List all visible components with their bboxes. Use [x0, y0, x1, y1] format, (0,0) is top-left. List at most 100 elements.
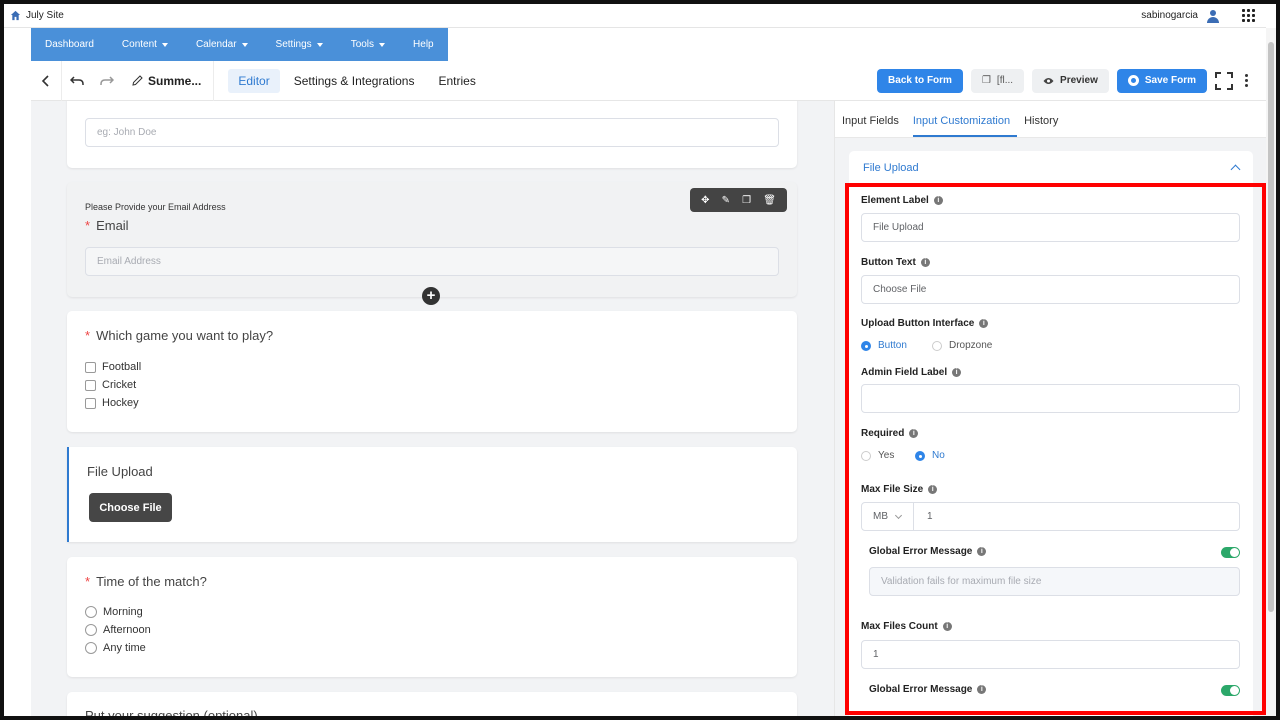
radio-any-time[interactable]: Any time [85, 642, 146, 654]
info-icon[interactable]: i [979, 319, 989, 328]
radio-afternoon[interactable]: Afternoon [85, 624, 151, 636]
checkbox-football[interactable]: Football [85, 361, 141, 373]
global-error-label-2: Global Error Message i [869, 684, 987, 695]
game-field-card[interactable]: * Which game you want to play? Football C… [67, 311, 797, 432]
nav-help[interactable]: Help [399, 28, 448, 61]
nav-calendar-label: Calendar [195, 39, 237, 50]
nav-tools[interactable]: Tools [337, 28, 399, 61]
scrollbar-thumb[interactable] [1268, 42, 1274, 612]
info-icon[interactable]: i [920, 258, 930, 267]
tab-history[interactable]: History [1024, 115, 1065, 137]
info-icon[interactable]: i [933, 196, 943, 205]
more-options-icon[interactable] [1241, 74, 1252, 87]
edit-icon[interactable]: ✎ [722, 195, 730, 206]
section-title: File Upload [863, 161, 919, 174]
file-size-unit-select[interactable]: MB [862, 503, 914, 530]
info-icon[interactable]: i [952, 368, 962, 377]
global-error-toggle-1[interactable] [1221, 547, 1240, 558]
global-error-label-1: Global Error Message i [869, 546, 987, 557]
site-name: July Site [26, 10, 64, 21]
chevron-down-icon [894, 511, 903, 519]
info-icon[interactable]: i [928, 485, 938, 494]
file-size-error-input: Validation fails for maximum file size [869, 567, 1240, 596]
radio-required-yes[interactable]: Yes [861, 450, 894, 461]
radio-selected-icon [915, 450, 925, 461]
preview-button[interactable]: Preview [1032, 68, 1109, 93]
shortcode-button[interactable]: ❐ [fl... [970, 68, 1025, 93]
form-title-text: Summe... [148, 73, 202, 88]
upload-interface-label: Upload Button Interface i [861, 318, 989, 329]
radio-morning[interactable]: Morning [85, 606, 143, 618]
file-upload-section-header[interactable]: File Upload [849, 151, 1253, 184]
site-home-link[interactable]: July Site [4, 10, 64, 21]
checkbox-hockey[interactable]: Hockey [85, 397, 139, 409]
fullscreen-icon[interactable] [1215, 71, 1233, 90]
name-input[interactable]: eg: John Doe [85, 118, 779, 147]
apps-grid-icon[interactable] [1242, 8, 1256, 23]
nav-dashboard-label: Dashboard [45, 39, 94, 50]
email-label: * Email [85, 218, 129, 233]
info-icon[interactable]: i [909, 429, 919, 438]
email-input[interactable]: Email Address [85, 247, 779, 276]
max-files-count-label: Max Files Count i [861, 621, 952, 632]
redo-icon[interactable] [92, 61, 122, 101]
nav-settings-label: Settings [275, 39, 312, 50]
back-to-form-button[interactable]: Back to Form [877, 68, 963, 93]
time-field-card[interactable]: * Time of the match? Morning Afternoon An… [67, 557, 797, 677]
tab-entries[interactable]: Entries [428, 69, 485, 93]
nav-calendar[interactable]: Calendar [182, 28, 262, 61]
username[interactable]: sabinogarcia [1141, 10, 1198, 21]
checkbox-cricket[interactable]: Cricket [85, 379, 136, 391]
info-icon[interactable]: i [977, 547, 987, 556]
suggestion-field-card[interactable]: Put your suggestion (optional) [67, 692, 797, 716]
preview-label: Preview [1060, 75, 1098, 86]
undo-icon[interactable] [62, 61, 92, 101]
max-file-size-input[interactable]: 1 [914, 503, 933, 530]
copy-icon: ❐ [981, 75, 991, 86]
max-files-count-input[interactable]: 1 [861, 640, 1240, 669]
email-help-text: Please Provide your Email Address [85, 202, 226, 212]
checkbox-icon [85, 361, 96, 373]
admin-field-label-input[interactable] [861, 384, 1240, 413]
upload-field-card[interactable]: File Upload Choose File [67, 447, 797, 542]
home-icon [10, 10, 21, 21]
back-chevron-icon[interactable] [31, 61, 61, 101]
tab-input-fields[interactable]: Input Fields [842, 115, 906, 137]
info-icon[interactable]: i [977, 685, 987, 694]
info-icon[interactable]: i [942, 622, 952, 631]
form-title[interactable]: Summe... [122, 60, 215, 101]
pencil-icon [132, 75, 143, 86]
upload-settings: Element Label i File Upload Button Text i … [849, 184, 1253, 716]
button-text-input[interactable]: Choose File [861, 275, 1240, 304]
trash-icon[interactable]: 🗑 [763, 195, 776, 206]
admin-field-label-label: Admin Field Label i [861, 367, 962, 378]
field-actions-bar: ✥ ✎ ❐ 🗑 [690, 188, 787, 212]
nav-dashboard[interactable]: Dashboard [31, 28, 108, 61]
add-field-plus-icon[interactable]: + [422, 287, 440, 305]
email-field-card[interactable]: Please Provide your Email Address * Email… [67, 182, 797, 305]
button-text-label: Button Text i [861, 257, 930, 268]
tab-input-customization[interactable]: Input Customization [912, 115, 1018, 137]
duplicate-icon[interactable]: ❐ [742, 195, 751, 206]
element-label-input[interactable]: File Upload [861, 213, 1240, 242]
move-icon[interactable]: ✥ [701, 195, 709, 206]
tab-editor[interactable]: Editor [228, 68, 280, 93]
nav-content[interactable]: Content [108, 28, 182, 61]
main-nav: Dashboard Content Calendar Settings Tool… [31, 28, 448, 61]
name-field-card[interactable]: eg: John Doe [67, 101, 797, 168]
global-error-toggle-2[interactable] [1221, 685, 1240, 696]
tab-settings-integrations[interactable]: Settings & Integrations [284, 69, 425, 93]
save-form-button[interactable]: Save Form [1116, 68, 1207, 93]
radio-icon [85, 606, 97, 618]
save-form-label: Save Form [1144, 75, 1196, 86]
user-avatar-icon[interactable] [1206, 9, 1220, 23]
settings-panel: Input Fields Input Customization History… [834, 101, 1266, 716]
choose-file-button[interactable]: Choose File [89, 493, 172, 522]
radio-icon [85, 642, 97, 654]
nav-settings[interactable]: Settings [262, 28, 337, 61]
radio-dropzone-interface[interactable]: Dropzone [932, 340, 992, 351]
radio-button-interface[interactable]: Button [861, 340, 907, 351]
upload-label: File Upload [87, 464, 153, 479]
page-scrollbar[interactable] [1266, 28, 1276, 716]
radio-required-no[interactable]: No [915, 450, 945, 461]
